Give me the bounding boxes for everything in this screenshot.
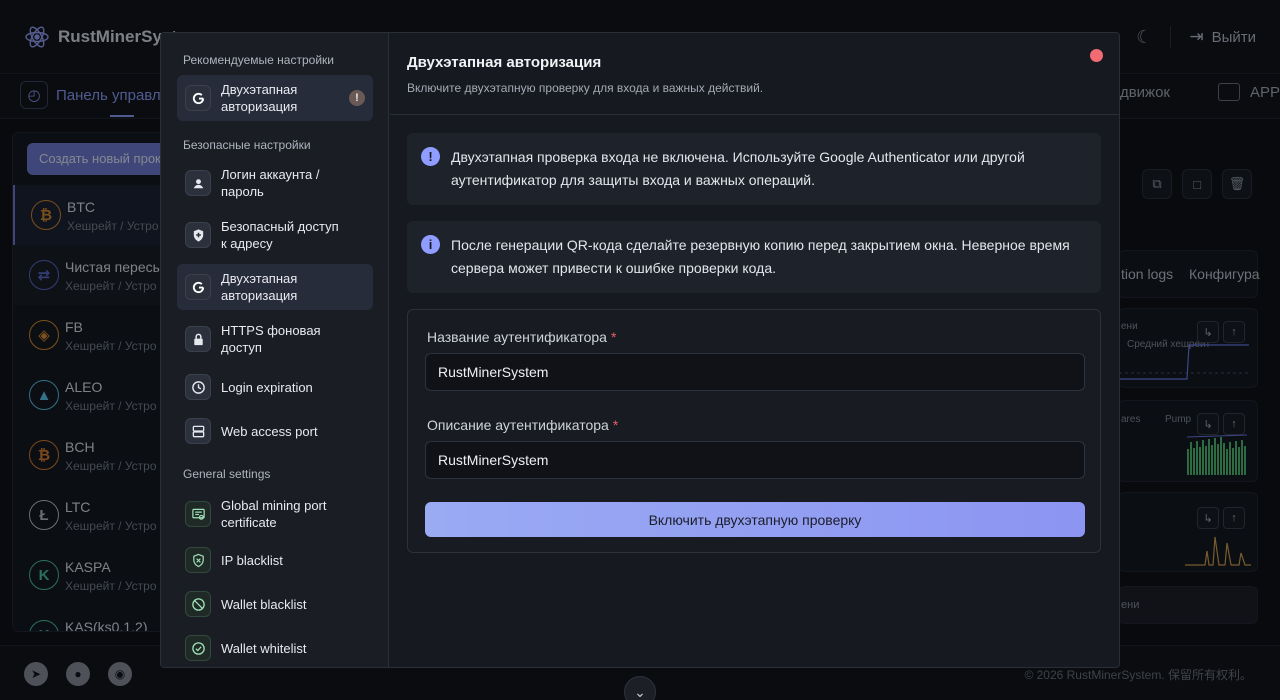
settings-modal: Рекомендуемые настройки Безопасные настр… [160,32,1120,668]
menu-item-7[interactable]: Web access port [177,408,373,454]
menu-item-10[interactable]: Wallet blacklist [177,581,373,627]
menu-item-label: Двухэтапная авторизация [221,271,298,303]
menu-item-11[interactable]: Wallet whitelist [177,625,373,667]
menu-item-label: Wallet blacklist [221,596,307,612]
menu-item-9[interactable]: IP blacklist [177,537,373,583]
chevron-down-icon[interactable]: ⌄ [624,676,656,700]
warning-badge-icon: ! [349,90,365,106]
menu-item-label: Двухэтапная авторизация [221,82,298,114]
menu-item-6[interactable]: Login expiration [177,364,373,410]
menu-item-label: Web access port [221,423,318,439]
certificate-icon [185,501,211,527]
ban-icon [185,591,211,617]
menu-item-label: Global mining port certificate [221,498,327,530]
page-title: Двухэтапная авторизация [407,54,602,71]
alert-not-enabled: ! Двухэтапная проверка входа не включена… [407,133,1101,205]
menu-item-label: HTTPS фоновая доступ [221,323,321,355]
name-label: Название аутентификатора * [427,329,616,345]
lock-icon [185,326,211,352]
menu-item-1[interactable]: Двухэтапная авторизация! [177,75,373,121]
section-recommended: Рекомендуемые настройки [183,53,334,67]
authenticator-description-input[interactable] [425,441,1085,479]
required-mark: * [610,329,617,345]
alert-backup: i После генерации QR-кода сделайте резер… [407,221,1101,293]
close-icon[interactable] [1090,49,1103,62]
alert-text: Двухэтапная проверка входа не включена. … [451,149,1025,188]
check-circle-icon [185,635,211,661]
server-icon [185,418,211,444]
menu-item-3[interactable]: Безопасный доступ к адресу [177,212,373,258]
alert-text: После генерации QR-кода сделайте резервн… [451,237,1070,276]
section-security: Безопасные настройки [183,138,311,152]
content-header: Двухэтапная авторизация Включите двухэта… [390,33,1119,115]
google-icon [185,85,211,111]
menu-item-label: Login expiration [221,379,313,395]
user-icon [185,170,211,196]
authenticator-name-input[interactable] [425,353,1085,391]
description-label: Описание аутентификатора * [427,417,618,433]
settings-content: Двухэтапная авторизация Включите двухэта… [390,33,1119,667]
shield-icon [185,222,211,248]
clock-icon [185,374,211,400]
page-subtitle: Включите двухэтапную проверку для входа … [407,81,764,95]
menu-item-2[interactable]: Логин аккаунта / пароль [177,160,373,206]
menu-item-4[interactable]: Двухэтапная авторизация [177,264,373,310]
google-icon [185,274,211,300]
menu-item-label: IP blacklist [221,552,283,568]
enable-2fa-button[interactable]: Включить двухэтапную проверку [425,502,1085,537]
menu-item-label: Логин аккаунта / пароль [221,167,320,199]
menu-item-label: Безопасный доступ к адресу [221,219,339,251]
authenticator-form: Название аутентификатора* Описание аутен… [407,309,1101,553]
menu-item-8[interactable]: Global mining port certificate [177,491,373,537]
menu-item-label: Wallet whitelist [221,640,307,656]
description-label-text: Описание аутентификатора [427,417,609,433]
menu-item-5[interactable]: HTTPS фоновая доступ [177,316,373,362]
name-label-text: Название аутентификатора [427,329,607,345]
warning-icon: ! [421,147,440,166]
settings-sidebar: Рекомендуемые настройки Безопасные настр… [161,33,389,667]
section-general: General settings [183,467,271,481]
info-icon: i [421,235,440,254]
required-mark: * [612,417,619,433]
shield-x-icon [185,547,211,573]
